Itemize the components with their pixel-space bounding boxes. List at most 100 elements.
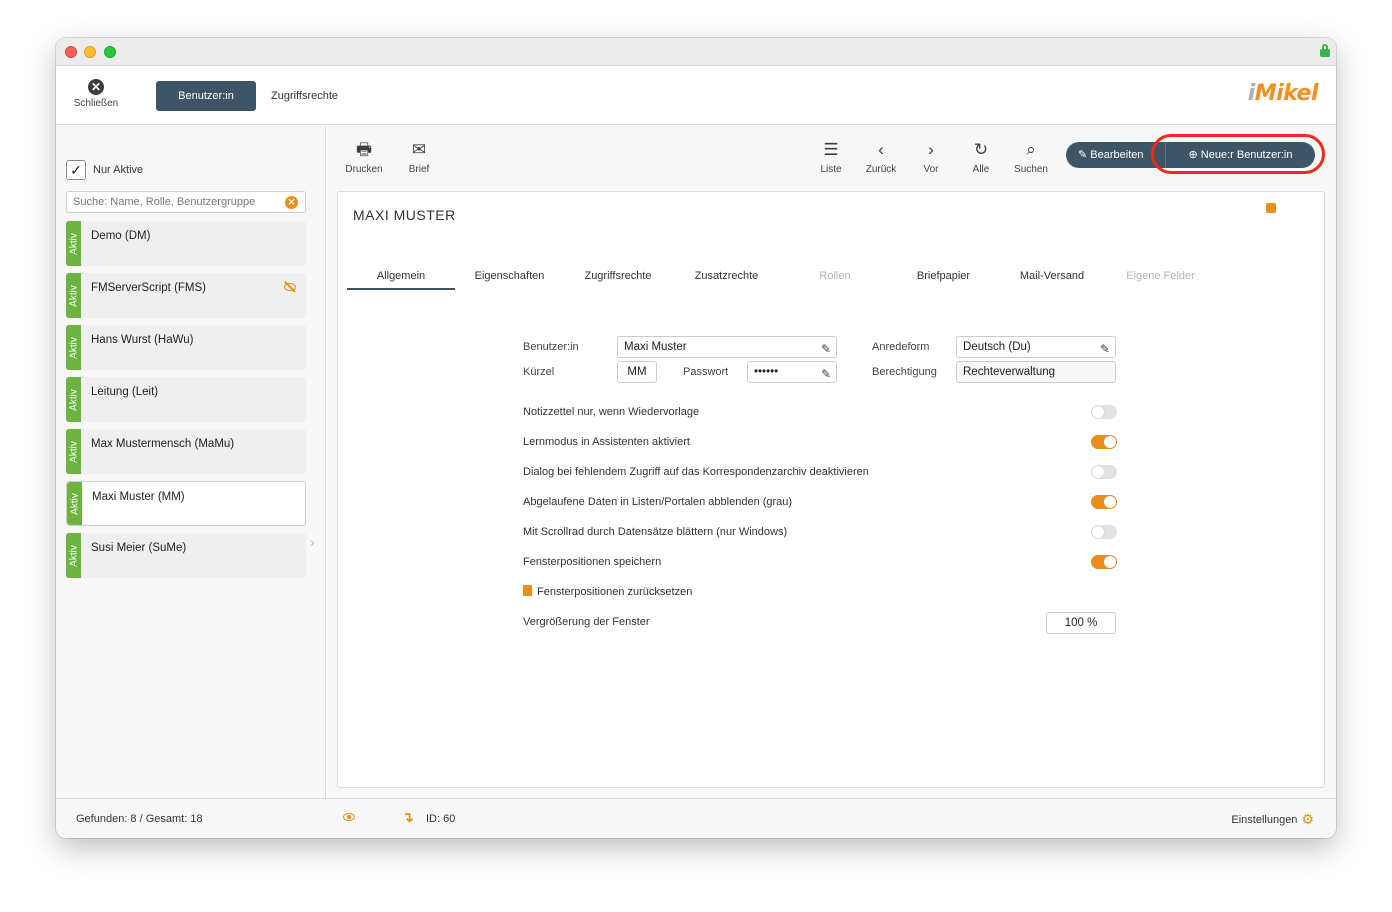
list-item[interactable]: Aktiv Leitung (Leit) bbox=[66, 377, 306, 422]
trash-icon bbox=[523, 585, 532, 596]
settings-button[interactable]: Einstellungen ⚙ bbox=[1231, 811, 1314, 828]
status-badge: Aktiv bbox=[66, 533, 81, 578]
short-label: Kürzel bbox=[523, 366, 555, 378]
salutation-value: Deutsch (Du) bbox=[963, 341, 1031, 353]
setting-label: Lernmodus in Assistenten aktiviert bbox=[523, 436, 690, 448]
setting-toggle[interactable] bbox=[1091, 465, 1117, 479]
setting-label: Abgelaufene Daten in Listen/Portalen abb… bbox=[523, 496, 793, 508]
settings-label: Einstellungen bbox=[1231, 814, 1298, 826]
user-name-field[interactable]: Maxi Muster ✎ bbox=[617, 336, 837, 358]
permission-field[interactable]: Rechteverwaltung bbox=[956, 361, 1116, 383]
permission-label: Berechtigung bbox=[872, 366, 937, 378]
setting-toggle[interactable] bbox=[1091, 435, 1117, 449]
tab-access-rights[interactable]: Zugriffsrechte bbox=[271, 81, 338, 111]
next-button[interactable]: › Vor bbox=[906, 140, 956, 175]
password-label: Passwort bbox=[683, 366, 729, 378]
password-field[interactable]: •••••• ✎ bbox=[747, 361, 837, 383]
zoom-field[interactable]: 100 % bbox=[1046, 612, 1116, 634]
only-active-filter[interactable]: ✓ Nur Aktive bbox=[66, 160, 143, 180]
record-tab[interactable]: Eigenschaften bbox=[456, 270, 564, 288]
print-button[interactable]: 🖶 Drucken bbox=[339, 140, 389, 175]
letter-button[interactable]: ✉ Brief bbox=[394, 140, 444, 175]
record-card: MAXI MUSTER Allgemein Eigenschaften Zugrif… bbox=[337, 191, 1325, 788]
status-badge: Aktiv bbox=[66, 429, 81, 474]
chevron-right-icon: › bbox=[928, 140, 934, 159]
status-badge: Aktiv bbox=[66, 273, 81, 318]
record-id: ID: 60 bbox=[426, 813, 456, 825]
pencil-icon[interactable]: ✎ bbox=[1100, 339, 1110, 359]
eye-icon[interactable] bbox=[343, 811, 355, 823]
letter-label: Brief bbox=[408, 164, 430, 175]
pencil-icon[interactable]: ✎ bbox=[821, 339, 831, 359]
record-tab[interactable]: Allgemein bbox=[347, 270, 455, 290]
setting-row: Mit Scrollrad durch Datensätze blättern … bbox=[523, 522, 1117, 542]
status-badge: Aktiv bbox=[66, 221, 81, 266]
close-label: Schließen bbox=[73, 98, 119, 109]
gear-icon: ⚙ bbox=[1301, 811, 1314, 827]
setting-label: Dialog bei fehlendem Zugriff auf das Kor… bbox=[523, 466, 869, 478]
list-item[interactable]: Aktiv FMServerScript (FMS) bbox=[66, 273, 306, 318]
user-name-label: Benutzer:in bbox=[523, 341, 579, 353]
record-tab[interactable]: Zugriffsrechte bbox=[564, 270, 672, 288]
search-box: ✕ bbox=[66, 191, 306, 213]
zoom-label: Vergrößerung der Fenster bbox=[523, 616, 650, 628]
setting-toggle[interactable] bbox=[1091, 405, 1117, 419]
setting-row: Abgelaufene Daten in Listen/Portalen abb… bbox=[523, 492, 1117, 512]
record-tab[interactable]: Zusatzrechte bbox=[673, 270, 781, 288]
search-button[interactable]: ⌕ Suchen bbox=[1006, 140, 1056, 175]
setting-label: Mit Scrollrad durch Datensätze blättern … bbox=[523, 526, 788, 538]
list-item[interactable]: Aktiv Hans Wurst (HaWu) bbox=[66, 325, 306, 370]
list-button[interactable]: ☰ Liste bbox=[806, 140, 856, 175]
only-active-checkbox[interactable]: ✓ bbox=[66, 160, 86, 180]
lock-icon bbox=[1320, 44, 1330, 57]
back-button[interactable]: ‹ Zurück bbox=[856, 140, 906, 175]
record-tab[interactable]: Mail-Versand bbox=[998, 270, 1106, 288]
list-label: Liste bbox=[820, 164, 842, 175]
record-title: MAXI MUSTER bbox=[353, 207, 456, 223]
user-name: Max Mustermensch (MaMu) bbox=[91, 438, 235, 450]
clear-search-icon[interactable]: ✕ bbox=[285, 196, 298, 209]
short-field[interactable]: MM bbox=[617, 361, 657, 383]
reset-positions-link[interactable]: Fensterpositionen zurücksetzen bbox=[523, 582, 1117, 602]
setting-row: Fensterpositionen speichern bbox=[523, 552, 1117, 572]
record-tabs: Allgemein Eigenschaften Zugriffsrechte Zusa… bbox=[347, 270, 1217, 290]
salutation-field[interactable]: Deutsch (Du) ✎ bbox=[956, 336, 1116, 358]
setting-label: Notizzettel nur, wenn Wiedervorlage bbox=[523, 406, 700, 418]
list-item[interactable]: Aktiv Max Mustermensch (MaMu) bbox=[66, 429, 306, 474]
list-item[interactable]: Aktiv Demo (DM) bbox=[66, 221, 306, 266]
search-input[interactable] bbox=[67, 192, 277, 212]
list-icon: ☰ bbox=[823, 140, 839, 159]
only-active-label: Nur Aktive bbox=[93, 164, 144, 176]
sticky-note-icon[interactable] bbox=[1266, 203, 1276, 213]
next-label: Vor bbox=[923, 164, 939, 175]
list-item[interactable]: Aktiv Susi Meier (SuMe) bbox=[66, 533, 306, 578]
setting-toggle[interactable] bbox=[1091, 495, 1117, 509]
printer-icon: 🖶 bbox=[355, 140, 373, 159]
password-value: •••••• bbox=[754, 366, 779, 378]
reset-positions-label: Fensterpositionen zurücksetzen bbox=[537, 586, 693, 598]
user-name: Hans Wurst (HaWu) bbox=[91, 334, 194, 346]
list-item[interactable]: Aktiv Maxi Muster (MM) bbox=[66, 481, 306, 526]
window-minimize-button[interactable] bbox=[84, 46, 96, 58]
pencil-icon[interactable]: ✎ bbox=[821, 364, 831, 384]
user-name: Demo (DM) bbox=[91, 230, 151, 242]
user-name: Maxi Muster (MM) bbox=[92, 491, 185, 503]
close-layout-button[interactable]: ✕ Schließen bbox=[70, 79, 122, 109]
app-window: ✕ Schließen Benutzer:in Zugriffsrechte i… bbox=[56, 38, 1336, 838]
title-bar bbox=[56, 38, 1336, 66]
eye-slash-icon bbox=[284, 281, 296, 293]
setting-toggle[interactable] bbox=[1091, 525, 1117, 539]
highlight-annotation bbox=[1151, 134, 1325, 174]
record-tab[interactable]: Briefpapier bbox=[890, 270, 998, 288]
window-close-button[interactable] bbox=[65, 46, 77, 58]
arrow-down-icon[interactable]: ↴ bbox=[402, 809, 414, 826]
close-icon: ✕ bbox=[88, 79, 104, 95]
window-zoom-button[interactable] bbox=[104, 46, 116, 58]
tab-users[interactable]: Benutzer:in bbox=[156, 81, 256, 111]
user-name: FMServerScript (FMS) bbox=[91, 282, 206, 294]
setting-row: Lernmodus in Assistenten aktiviert bbox=[523, 432, 1117, 452]
setting-toggle[interactable] bbox=[1091, 555, 1117, 569]
imikel-logo: iMikel bbox=[1247, 81, 1319, 106]
show-all-button[interactable]: ↻ Alle bbox=[956, 140, 1006, 175]
user-name: Leitung (Leit) bbox=[91, 386, 159, 398]
